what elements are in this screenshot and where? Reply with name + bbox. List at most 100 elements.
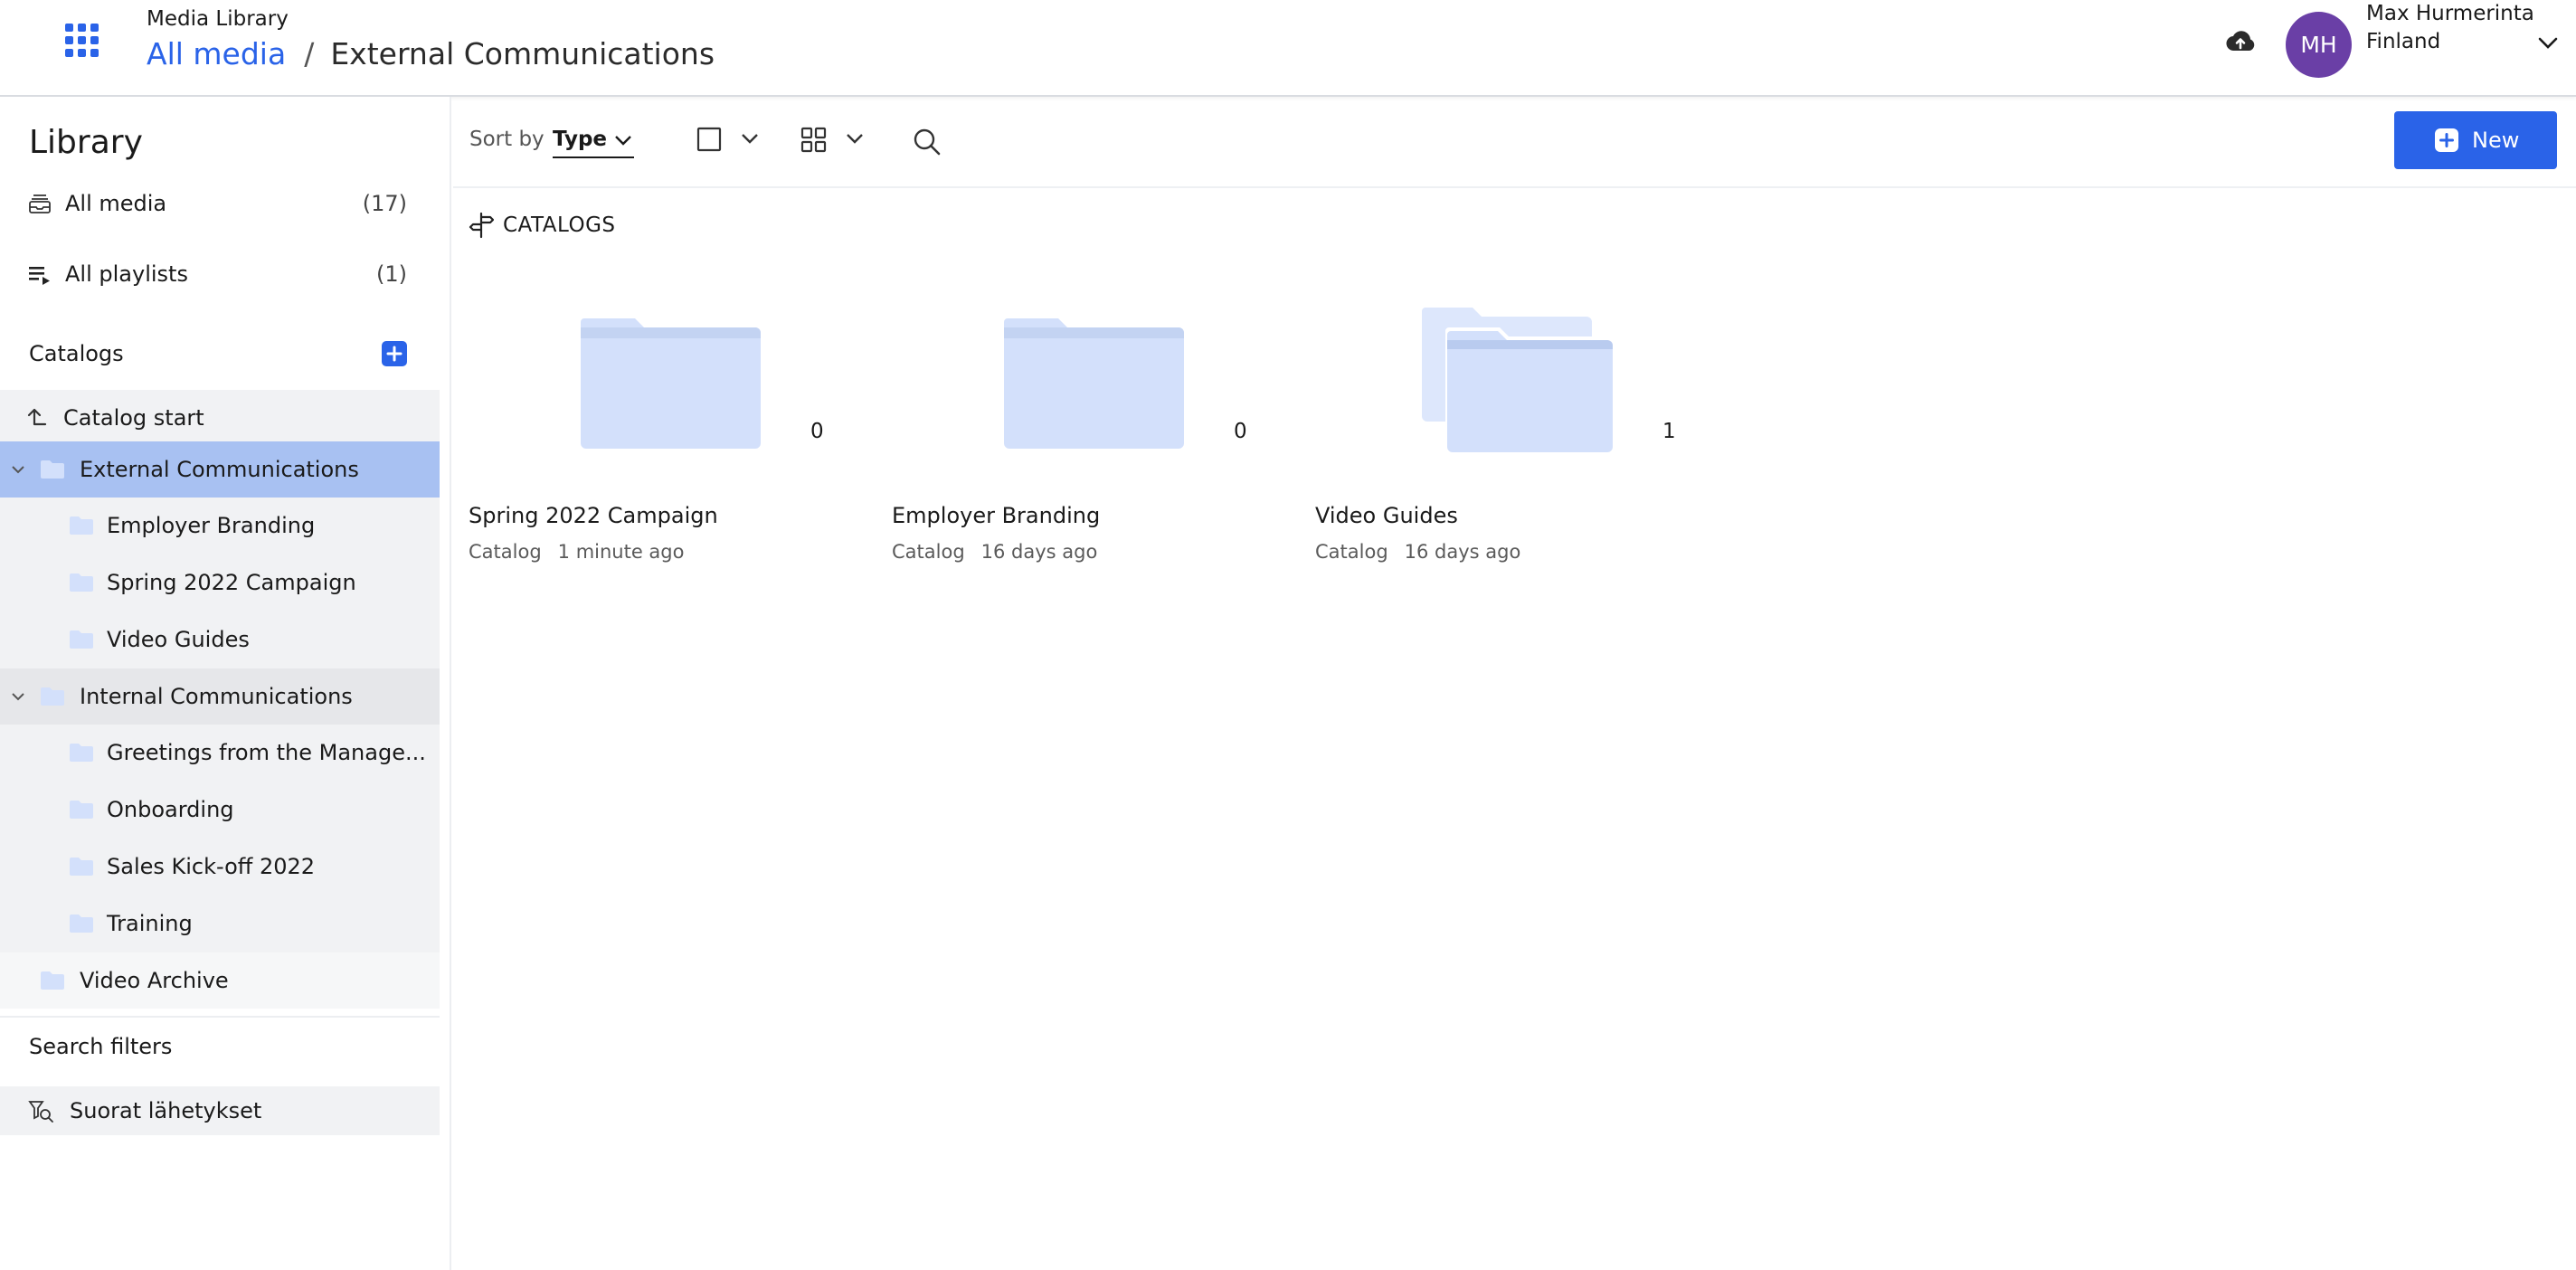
user-name: Max Hurmerinta Finland bbox=[2366, 2, 2534, 53]
chevron-down-icon bbox=[742, 134, 758, 144]
folder-icon bbox=[70, 630, 93, 649]
arrow-up-left-icon bbox=[27, 408, 47, 426]
tree-item-video-archive[interactable]: Video Archive bbox=[0, 952, 440, 1009]
tree-item-spring-2022-campaign[interactable]: Spring 2022 Campaign bbox=[0, 554, 440, 611]
sidebar-item-all-media[interactable]: All media (17) bbox=[0, 185, 440, 222]
catalog-card-employer-branding[interactable]: 0 Employer Branding Catalog 16 days ago bbox=[892, 299, 1281, 570]
tree-item-label: Video Archive bbox=[80, 968, 229, 993]
media-stack-icon bbox=[29, 194, 51, 213]
all-media-count: (17) bbox=[362, 191, 407, 216]
tree-item-sales-kick-off-2022[interactable]: Sales Kick-off 2022 bbox=[0, 839, 440, 895]
tree-item-label: Employer Branding bbox=[107, 513, 316, 538]
folder-icon bbox=[70, 744, 93, 762]
tree-item-label: Video Guides bbox=[107, 627, 250, 652]
folder-icon bbox=[70, 801, 93, 819]
sidebar-item-label: All playlists bbox=[65, 261, 188, 287]
catalog-title: Video Guides bbox=[1315, 503, 1458, 528]
library-sidebar: Library All media (17) All playlists (1)… bbox=[0, 97, 451, 1270]
sidebar-title: Library bbox=[29, 124, 143, 161]
catalog-updated: 16 days ago bbox=[1404, 541, 1521, 563]
item-count: 1 bbox=[1662, 420, 1676, 443]
tree-item-label: Greetings from the Manage... bbox=[107, 740, 426, 765]
tree-item-label: Sales Kick-off 2022 bbox=[107, 854, 316, 879]
chevron-down-icon bbox=[615, 136, 631, 146]
all-playlists-count: (1) bbox=[376, 261, 407, 287]
folder-icon bbox=[70, 858, 93, 876]
catalog-card-video-guides[interactable]: 1 Video Guides Catalog 16 days ago bbox=[1315, 299, 1704, 570]
user-avatar[interactable]: MH bbox=[2286, 12, 2352, 78]
search-icon[interactable] bbox=[911, 124, 942, 160]
filter-search-icon bbox=[28, 1101, 53, 1123]
add-catalog-button[interactable] bbox=[382, 341, 407, 366]
tree-item-video-guides[interactable]: Video Guides bbox=[0, 611, 440, 668]
signpost-icon bbox=[469, 212, 494, 239]
catalog-card-spring-2022-campaign[interactable]: 0 Spring 2022 Campaign Catalog 1 minute a… bbox=[469, 299, 857, 570]
chevron-down-icon[interactable] bbox=[9, 460, 27, 479]
cloud-upload-icon[interactable] bbox=[2223, 24, 2258, 58]
catalog-start-row[interactable]: Catalog start bbox=[0, 390, 440, 446]
sort-select[interactable]: Type bbox=[553, 122, 634, 158]
catalog-start-label: Catalog start bbox=[63, 405, 204, 431]
new-button-label: New bbox=[2472, 128, 2520, 153]
tree-item-greetings-from-the-manager[interactable]: Greetings from the Manage... bbox=[0, 725, 440, 781]
chevron-down-icon[interactable] bbox=[2534, 29, 2562, 56]
folder-multiple-icon bbox=[1422, 308, 1616, 454]
tree-item-label: Onboarding bbox=[107, 797, 234, 822]
tree-item-label: Training bbox=[107, 911, 193, 936]
catalog-type: Catalog bbox=[469, 541, 542, 563]
catalogs-section-label: CATALOGS bbox=[503, 213, 616, 237]
catalog-updated: 1 minute ago bbox=[557, 541, 685, 563]
catalog-type: Catalog bbox=[1315, 541, 1388, 563]
select-all-toggle[interactable] bbox=[696, 124, 764, 160]
folder-icon bbox=[41, 460, 64, 479]
view-mode-toggle[interactable] bbox=[800, 124, 875, 160]
breadcrumb: All media / External Communications bbox=[147, 36, 715, 71]
plus-icon bbox=[386, 346, 402, 362]
tree-item-label: Spring 2022 Campaign bbox=[107, 570, 356, 595]
folder-icon bbox=[70, 573, 93, 592]
app-name: Media Library bbox=[147, 7, 289, 31]
chevron-down-icon bbox=[847, 134, 863, 144]
sidebar-item-all-playlists[interactable]: All playlists (1) bbox=[0, 256, 440, 292]
grid-view-icon bbox=[800, 127, 827, 153]
checkbox-icon bbox=[696, 127, 722, 152]
tree-item-label: Internal Communications bbox=[80, 684, 353, 709]
app-launcher-grid-icon[interactable] bbox=[63, 22, 101, 60]
folder-icon bbox=[70, 517, 93, 535]
search-filters-label: Search filters bbox=[29, 1034, 173, 1059]
tree-item-internal-communications[interactable]: Internal Communications bbox=[0, 668, 440, 725]
new-button[interactable]: New bbox=[2394, 111, 2557, 169]
saved-filter-item[interactable]: Suorat lähetykset bbox=[0, 1086, 440, 1135]
folder-icon bbox=[581, 318, 761, 449]
page-title: External Communications bbox=[330, 36, 715, 71]
folder-icon bbox=[41, 687, 64, 706]
tree-item-employer-branding[interactable]: Employer Branding bbox=[0, 498, 440, 554]
tree-item-label: External Communications bbox=[80, 457, 359, 482]
item-count: 0 bbox=[1234, 420, 1247, 443]
tree-item-onboarding[interactable]: Onboarding bbox=[0, 782, 440, 838]
playlist-icon bbox=[29, 267, 50, 285]
catalog-meta: Catalog 16 days ago bbox=[1315, 541, 1520, 563]
top-header: Media Library All media / External Commu… bbox=[0, 0, 2576, 97]
content-toolbar: Sort by Type New bbox=[453, 97, 2576, 188]
folder-icon bbox=[41, 971, 64, 990]
tree-item-external-communications[interactable]: External Communications bbox=[0, 441, 440, 498]
breadcrumb-separator: / bbox=[304, 36, 315, 71]
saved-filter-label: Suorat lähetykset bbox=[70, 1098, 262, 1123]
catalog-updated: 16 days ago bbox=[980, 541, 1098, 563]
catalog-type: Catalog bbox=[892, 541, 965, 563]
divider bbox=[0, 1016, 440, 1018]
breadcrumb-all-media-link[interactable]: All media bbox=[147, 36, 286, 71]
catalogs-section-header: CATALOGS bbox=[469, 212, 616, 239]
catalog-meta: Catalog 1 minute ago bbox=[469, 541, 684, 563]
catalogs-section-label: Catalogs bbox=[29, 341, 124, 366]
catalog-meta: Catalog 16 days ago bbox=[892, 541, 1097, 563]
folder-icon bbox=[1004, 318, 1184, 449]
sort-value: Type bbox=[553, 128, 608, 151]
tree-item-training[interactable]: Training bbox=[0, 896, 440, 952]
sidebar-item-label: All media bbox=[65, 191, 167, 216]
plus-circle-icon bbox=[2435, 128, 2458, 152]
catalog-title: Employer Branding bbox=[892, 503, 1101, 528]
catalog-title: Spring 2022 Campaign bbox=[469, 503, 718, 528]
chevron-down-icon[interactable] bbox=[9, 687, 27, 706]
